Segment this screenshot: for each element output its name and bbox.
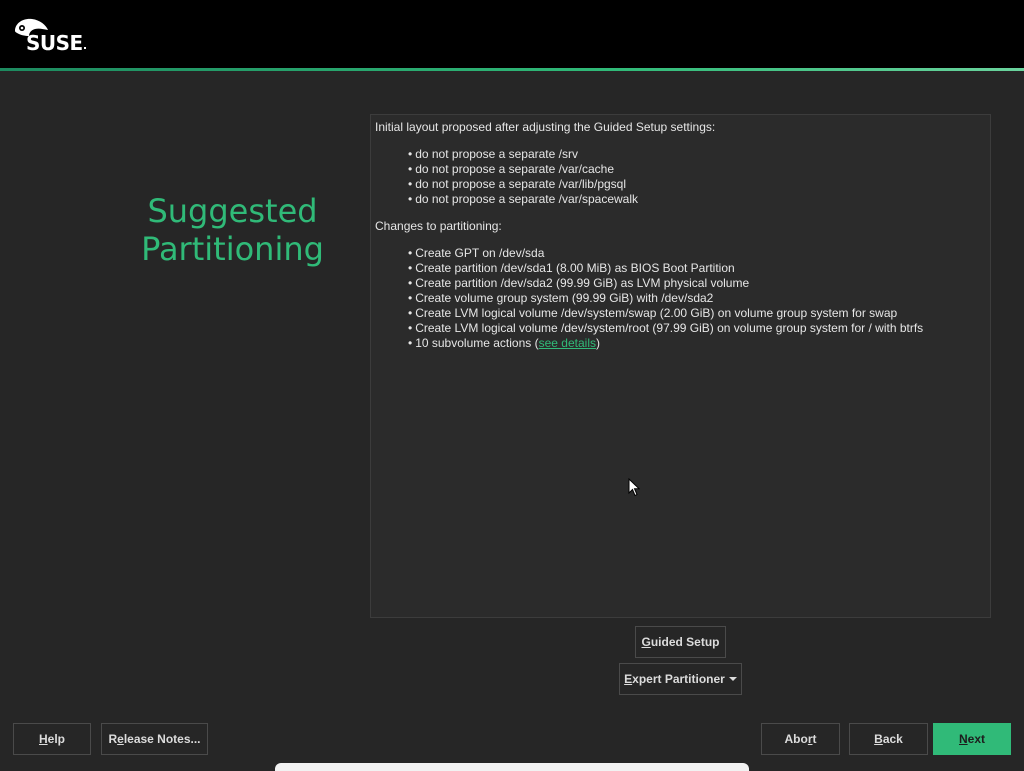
list-item: Create partition /dev/sda1 (8.00 MiB) as… bbox=[408, 261, 923, 276]
list-item: do not propose a separate /var/cache bbox=[408, 162, 638, 177]
changes-heading: Changes to partitioning: bbox=[375, 219, 502, 233]
settings-intro: Initial layout proposed after adjusting … bbox=[375, 120, 716, 134]
see-details-link[interactable]: see details bbox=[539, 336, 596, 350]
release-notes-button[interactable]: Re lease Notes... bbox=[101, 723, 208, 755]
list-item: do not propose a separate /srv bbox=[408, 147, 638, 162]
list-item: Create GPT on /dev/sda bbox=[408, 246, 923, 261]
list-item: do not propose a separate /var/spacewalk bbox=[408, 192, 638, 207]
proposal-summary-panel: Initial layout proposed after adjusting … bbox=[370, 114, 991, 618]
list-item: do not propose a separate /var/lib/pgsql bbox=[408, 177, 638, 192]
page-title: Suggested Partitioning bbox=[141, 192, 324, 268]
list-item-subvolumes: 10 subvolume actions (see details) bbox=[408, 336, 923, 351]
bottom-panel-edge bbox=[275, 763, 749, 771]
guided-setup-button[interactable]: Guided Setup bbox=[635, 626, 726, 658]
expert-partitioner-button[interactable]: Expert Partitioner bbox=[619, 663, 742, 695]
header-accent-line bbox=[0, 68, 1024, 71]
settings-list: do not propose a separate /srv do not pr… bbox=[408, 147, 638, 207]
abort-button[interactable]: Abo r t bbox=[761, 723, 840, 755]
list-item: Create LVM logical volume /dev/system/sw… bbox=[408, 306, 923, 321]
help-button[interactable]: Help bbox=[13, 723, 91, 755]
next-button[interactable]: Next bbox=[933, 723, 1011, 755]
back-button[interactable]: Back bbox=[849, 723, 928, 755]
list-item: Create partition /dev/sda2 (99.99 GiB) a… bbox=[408, 276, 923, 291]
list-item: Create volume group system (99.99 GiB) w… bbox=[408, 291, 923, 306]
mouse-cursor-icon bbox=[628, 478, 640, 497]
suse-logo-text: SUSE bbox=[26, 31, 83, 55]
changes-list: Create GPT on /dev/sda Create partition … bbox=[408, 246, 923, 351]
caret-down-icon bbox=[728, 677, 737, 681]
list-item: Create LVM logical volume /dev/system/ro… bbox=[408, 321, 923, 336]
header-bar: SUSE bbox=[0, 0, 1024, 68]
